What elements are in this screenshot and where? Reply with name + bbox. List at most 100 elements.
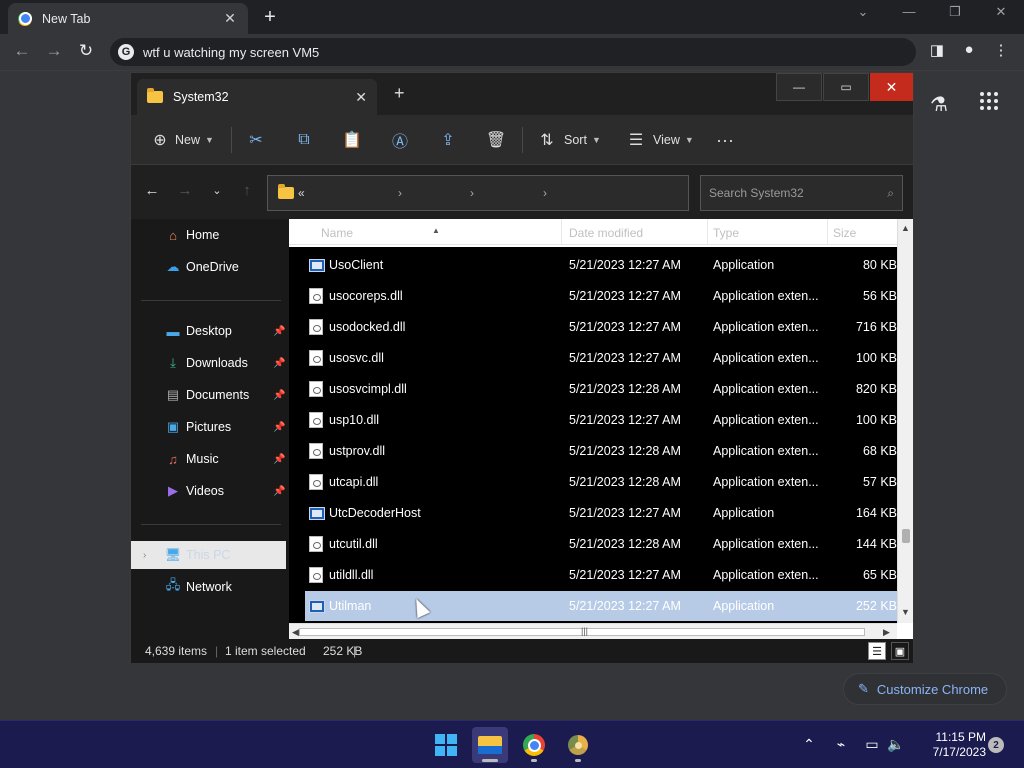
explorer-close-button[interactable]: ✕	[870, 73, 913, 101]
explorer-minimize-button[interactable]: —	[776, 73, 822, 101]
start-button[interactable]	[428, 727, 464, 763]
file-size: 252 KB	[855, 599, 897, 613]
breadcrumb-chevron-icon[interactable]: ›	[398, 186, 402, 200]
chrome-restore-button[interactable]: ❐	[940, 4, 970, 20]
file-row[interactable]: utcapi.dll 5/21/2023 12:28 AM Application …	[305, 467, 897, 497]
notification-badge[interactable]: 2	[988, 737, 1004, 753]
share-button[interactable]: ⇪	[437, 130, 459, 150]
new-button[interactable]: ⊕ New ▼	[149, 130, 214, 150]
scroll-right-icon[interactable]: ▶	[883, 627, 890, 638]
column-divider[interactable]	[827, 219, 828, 245]
nav-item-pictures[interactable]: ▣ Pictures 📌	[131, 413, 286, 441]
file-row[interactable]: ustprov.dll 5/21/2023 12:28 AM Application…	[305, 436, 897, 466]
nav-item-videos[interactable]: ▶ Videos 📌	[131, 477, 286, 505]
nav-item-documents[interactable]: ▤ Documents 📌	[131, 381, 286, 409]
column-name[interactable]: Name	[321, 226, 353, 240]
more-options-button[interactable]: ···	[714, 130, 736, 150]
file-row[interactable]: Utilman 5/21/2023 12:27 AM Application 252 …	[305, 591, 897, 621]
file-row[interactable]: UtcDecoderHost 5/21/2023 12:27 AM Applicat…	[305, 498, 897, 528]
nav-item-this-pc[interactable]: › 🖥 This PC	[131, 541, 286, 569]
nav-item-onedrive[interactable]: ☁ OneDrive	[131, 253, 286, 281]
paste-button[interactable]: 📋	[341, 130, 363, 150]
customize-chrome-button[interactable]: ✎ Customize Chrome	[843, 673, 1007, 705]
chrome-minimize-button[interactable]: —	[894, 4, 924, 19]
back-arrow-icon[interactable]: ←	[11, 41, 33, 61]
chrome-close-button[interactable]: ✕	[986, 4, 1016, 20]
nav-item-home[interactable]: ⌂ Home	[131, 221, 286, 249]
column-date[interactable]: Date modified	[569, 226, 643, 240]
file-size: 144 KB	[855, 537, 897, 551]
cut-button[interactable]: ✂	[245, 130, 267, 150]
side-panel-icon[interactable]: ◨	[926, 41, 948, 59]
file-row[interactable]: usosvc.dll 5/21/2023 12:27 AM Application …	[305, 343, 897, 373]
search-input[interactable]: Search System32 ⌕	[700, 175, 903, 211]
view-button[interactable]: ☰ View ▼	[625, 130, 694, 150]
chevron-right-icon[interactable]: ›	[143, 550, 146, 561]
show-hidden-icons-chevron-icon[interactable]: ⌃	[799, 736, 819, 753]
column-divider[interactable]	[707, 219, 708, 245]
chrome-menu-icon[interactable]: ⋮	[990, 41, 1012, 59]
explorer-new-tab-button[interactable]: +	[394, 83, 405, 104]
file-row[interactable]: UsoClient 5/21/2023 12:27 AM Application 80…	[305, 250, 897, 280]
volume-icon[interactable]: 🔈	[886, 736, 906, 753]
details-view-toggle[interactable]: ☰	[868, 642, 886, 660]
vertical-scrollbar[interactable]: ▲ ▼	[897, 219, 913, 623]
file-row[interactable]: usodocked.dll 5/21/2023 12:27 AM Applicati…	[305, 312, 897, 342]
back-arrow-icon[interactable]: ←	[142, 182, 162, 199]
copy-button[interactable]: ⧉	[293, 130, 315, 150]
scroll-down-icon[interactable]: ▼	[901, 607, 910, 617]
delete-button[interactable]: 🗑	[485, 130, 507, 150]
rename-button[interactable]: Ⓐ	[389, 130, 411, 151]
taskbar-file-explorer[interactable]	[472, 727, 508, 763]
nav-item-downloads[interactable]: ⤓ Downloads 📌	[131, 349, 286, 377]
pin-icon[interactable]: 📌	[273, 486, 285, 497]
address-path-box[interactable]: « › › ›	[267, 175, 689, 211]
network-disconnected-icon[interactable]: ⌁	[831, 736, 851, 753]
explorer-maximize-button[interactable]: ▭	[823, 73, 869, 101]
large-icons-view-toggle[interactable]: ▣	[891, 642, 909, 660]
breadcrumb-chevron-icon[interactable]: ›	[470, 186, 474, 200]
pin-icon[interactable]: 📌	[273, 454, 285, 465]
chrome-tab-close-icon[interactable]: ✕	[222, 10, 238, 27]
pin-icon[interactable]: 📌	[273, 390, 285, 401]
nav-label: Desktop	[186, 324, 232, 338]
forward-arrow-icon[interactable]: →	[43, 41, 65, 61]
nav-item-desktop[interactable]: ▬ Desktop 📌	[131, 317, 286, 345]
file-row[interactable]: utcutil.dll 5/21/2023 12:28 AM Application…	[305, 529, 897, 559]
sort-button[interactable]: ⇅ Sort ▼	[536, 130, 601, 150]
column-type[interactable]: Type	[713, 226, 739, 240]
recent-locations-icon[interactable]: ⌄	[207, 184, 227, 197]
reload-icon[interactable]: ↻	[75, 41, 97, 61]
forward-arrow-icon[interactable]: →	[175, 182, 195, 199]
pin-icon[interactable]: 📌	[273, 422, 285, 433]
breadcrumb-chevron-icon[interactable]: ›	[543, 186, 547, 200]
taskbar-clock[interactable]: 11:15 PM 7/17/2023	[916, 730, 986, 760]
nav-item-network[interactable]: 🖧 Network	[131, 573, 286, 601]
tab-search-icon[interactable]: ⌄	[848, 4, 878, 20]
column-divider[interactable]	[561, 219, 562, 245]
pin-icon[interactable]: 📌	[273, 358, 285, 369]
pin-icon[interactable]: 📌	[273, 326, 285, 337]
explorer-tab-close-icon[interactable]: ✕	[355, 89, 367, 106]
horizontal-scrollbar[interactable]: ◀ ||| ▶	[289, 623, 897, 639]
scroll-up-icon[interactable]: ▲	[901, 223, 910, 233]
chrome-new-tab-button[interactable]: +	[260, 6, 280, 29]
file-row[interactable]: usocoreps.dll 5/21/2023 12:27 AM Applicati…	[305, 281, 897, 311]
column-size[interactable]: Size	[833, 226, 856, 240]
up-arrow-icon[interactable]: ↑	[237, 182, 257, 199]
file-row[interactable]: usosvcimpl.dll 5/21/2023 12:28 AM Applicat…	[305, 374, 897, 404]
file-row[interactable]: utildll.dll 5/21/2023 12:27 AM Application…	[305, 560, 897, 590]
taskbar-chrome-canary[interactable]	[560, 727, 596, 763]
scroll-thumb[interactable]	[902, 529, 910, 543]
chrome-labs-icon[interactable]: ⚗	[930, 92, 948, 117]
file-row[interactable]: usp10.dll 5/21/2023 12:27 AM Application e…	[305, 405, 897, 435]
nav-item-music[interactable]: ♫ Music 📌	[131, 445, 286, 473]
google-apps-icon[interactable]	[978, 90, 1000, 112]
chrome-tab-new-tab[interactable]: New Tab ✕	[8, 3, 248, 34]
display-icon[interactable]: ▭	[862, 736, 882, 753]
omnibox[interactable]: G wtf u watching my screen VM5	[110, 38, 916, 66]
taskbar-chrome[interactable]	[516, 727, 552, 763]
explorer-tab-system32[interactable]: System32 ✕	[137, 79, 377, 115]
profile-icon[interactable]: ●	[958, 41, 980, 58]
scroll-left-icon[interactable]: ◀	[292, 627, 299, 638]
